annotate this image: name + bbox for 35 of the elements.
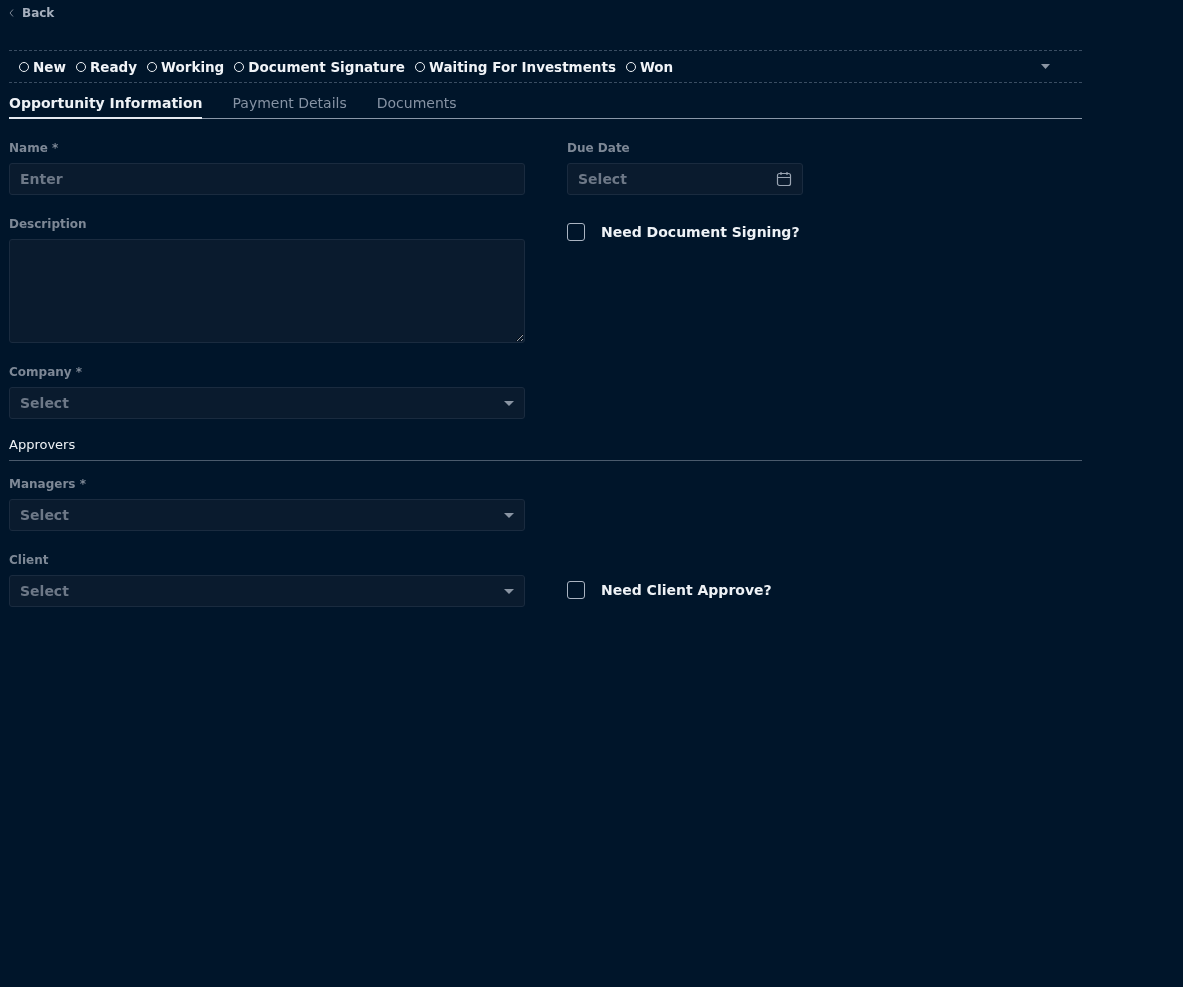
checkbox[interactable] [567,581,585,599]
stage-option[interactable]: New [19,58,66,75]
textarea-field[interactable] [9,239,525,343]
field-label: Due Date [567,141,631,155]
field-label: Name * [9,141,60,155]
field-label: Managers * [9,477,87,491]
stage-option[interactable]: Working [147,58,225,75]
checkbox-label: Need Document Signing? [601,224,800,240]
checkbox[interactable] [567,223,585,241]
caret-icon [504,400,514,406]
field-label: Client [9,553,50,567]
field-label: Description [9,217,88,231]
select-field[interactable]: Select [9,575,525,607]
caret-icon [504,588,514,594]
checkbox-row[interactable]: Need Document Signing? [567,223,803,241]
field-label: Company * [9,365,84,379]
chevron-left-icon [9,9,14,17]
stage-option[interactable]: Document Signature [234,58,405,75]
tab[interactable]: Payment Details [232,91,347,119]
stage-option[interactable]: Ready [75,58,138,75]
caret-icon [504,512,514,518]
stage-option[interactable]: Won [625,58,674,75]
date-field[interactable]: Select [567,163,803,195]
checkbox-row[interactable]: Need Client Approve? [567,581,772,599]
select-field[interactable]: Select [9,499,525,531]
back-link[interactable]: Back [9,4,55,22]
input-field[interactable]: Enter [9,163,525,195]
caret-icon[interactable] [1041,64,1050,69]
select-field[interactable]: Select [9,387,525,419]
stage-option[interactable]: Waiting For Investments [415,58,616,75]
calendar-icon [776,171,792,187]
section-title: Approvers [9,437,1082,461]
tab[interactable]: Documents [376,91,457,119]
checkbox-label: Need Client Approve? [601,582,772,598]
tab[interactable]: Opportunity Information [9,91,203,119]
